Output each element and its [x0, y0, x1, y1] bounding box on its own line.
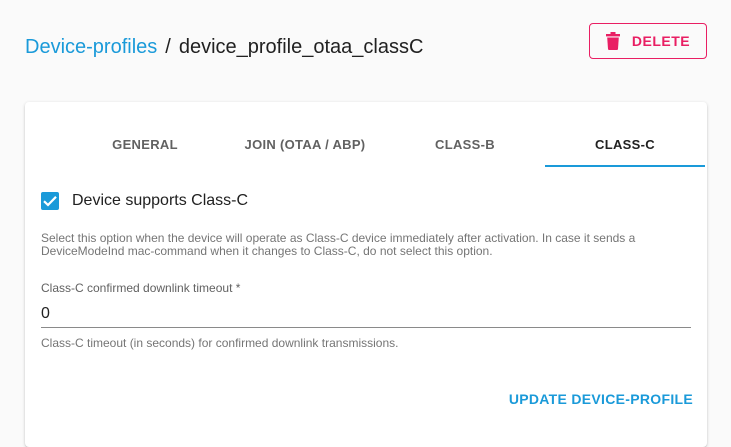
update-device-profile-button[interactable]: UPDATE DEVICE-PROFILE — [503, 385, 693, 413]
delete-button-label: DELETE — [631, 33, 691, 49]
tab-join[interactable]: JOIN (OTAA / ABP) — [225, 122, 385, 166]
tab-class-b[interactable]: CLASS-B — [385, 122, 545, 166]
breadcrumb-device-profiles-link[interactable]: Device-profiles — [25, 36, 157, 58]
timeout-field-help: Class-C timeout (in seconds) for confirm… — [41, 336, 399, 350]
device-profile-card: GENERAL JOIN (OTAA / ABP) CLASS-B CLASS-… — [25, 102, 707, 447]
breadcrumb: Device-profiles / device_profile_otaa_clas… — [25, 35, 423, 59]
timeout-field-label: Class-C confirmed downlink timeout * — [41, 281, 241, 295]
trash-icon — [605, 32, 620, 50]
tab-class-c[interactable]: CLASS-C — [545, 122, 705, 167]
supports-class-c-label: Device supports Class-C — [72, 192, 249, 209]
page-header: Device-profiles / device_profile_otaa_clas… — [0, 0, 731, 90]
supports-class-c-help: Select this option when the device will … — [41, 231, 636, 258]
tab-general[interactable]: GENERAL — [65, 122, 225, 166]
breadcrumb-separator: / — [165, 36, 171, 58]
tab-bar: GENERAL JOIN (OTAA / ABP) CLASS-B CLASS-… — [65, 122, 705, 167]
supports-class-c-checkbox[interactable] — [41, 192, 59, 210]
delete-button[interactable]: DELETE — [589, 23, 707, 59]
timeout-input[interactable] — [41, 300, 691, 328]
supports-class-c-row: Device supports Class-C — [41, 192, 248, 210]
checkmark-icon — [43, 196, 57, 207]
page-title: device_profile_otaa_classC — [178, 36, 424, 58]
